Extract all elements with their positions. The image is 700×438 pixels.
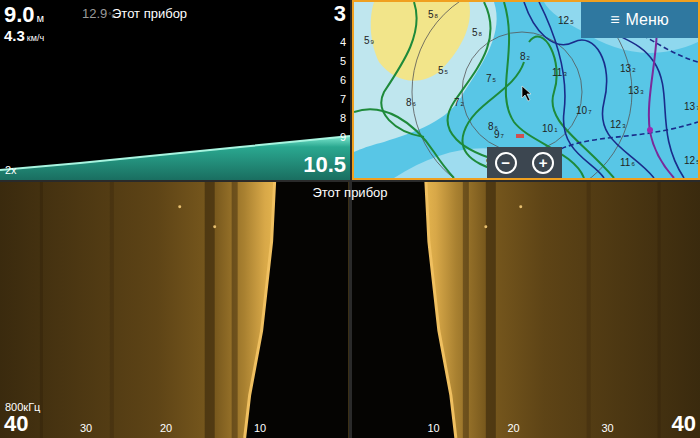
depth-sounding: 133 — [628, 86, 643, 96]
depth-sounding: 116 — [620, 158, 635, 168]
zoom-controls: −+ — [487, 147, 562, 178]
depth-sounding: 113 — [552, 68, 567, 78]
side-scan-image — [352, 182, 700, 438]
depth-sounding: 58 — [428, 10, 438, 20]
depth-sounding: 86 — [406, 98, 416, 108]
depth-unit: м — [37, 13, 45, 24]
depth-sounding: 97 — [494, 130, 504, 140]
range-tick: 20 — [160, 423, 172, 434]
depth-scale: 3 4 5 6 7 8 9 10.5 — [303, 3, 346, 176]
depth-sounding: 101 — [542, 124, 557, 134]
range-label: 40 — [4, 413, 28, 435]
zoom-in-button[interactable]: + — [532, 152, 554, 174]
depth-sounding: 72 — [454, 98, 464, 108]
depth-tick: 7 — [340, 92, 346, 107]
range-top: 3 — [334, 3, 346, 25]
cursor-icon — [522, 86, 531, 101]
depth-sounding: 59 — [364, 36, 374, 46]
range-tick: 20 — [508, 423, 520, 434]
source-label: Этот прибор — [112, 7, 187, 20]
depth-sounding: 75 — [486, 74, 496, 84]
depth-sounding: 137 — [684, 102, 699, 112]
fishfinder-screen: 9.0м4.3км/ч12.9°cЭтот прибор345678910.52… — [0, 0, 700, 438]
depth-tick: 5 — [340, 54, 346, 69]
side-scan-image — [0, 182, 349, 438]
speed-value: 4.3 — [4, 28, 25, 43]
menu-button[interactable]: ≡Меню — [581, 2, 698, 38]
depth-tick: 9 — [340, 130, 346, 145]
range-label: 40 — [672, 413, 696, 435]
side-scan-title: Этот прибор — [0, 186, 700, 199]
depth-sounding: 58 — [472, 28, 482, 38]
zoom-out-button[interactable]: − — [495, 152, 517, 174]
menu-icon: ≡ — [610, 8, 619, 32]
depth-tick: 6 — [340, 73, 346, 88]
side-scan-right[interactable]: 40 10 20 30 — [352, 182, 700, 438]
sonar-panel[interactable]: 9.0м 4.3км/ч 12.9°cЭтот прибор 3 4 5 6 7 8 9 10.5 2… — [0, 0, 350, 180]
depth-sounding: 55 — [438, 66, 448, 76]
depth-sounding: 86 — [488, 122, 498, 132]
range-tick: 10 — [428, 423, 440, 434]
depth-sounding: 123 — [610, 120, 625, 130]
depth-tick: 8 — [340, 111, 346, 126]
temp-readout: 12.9°c — [82, 7, 116, 20]
zoom-label: 2x — [5, 165, 17, 176]
depth-sounding: 125 — [558, 16, 573, 26]
seabed-echo — [0, 0, 350, 180]
range-tick: 30 — [80, 423, 92, 434]
range-bottom: 10.5 — [303, 154, 346, 176]
depth-sounding: 132 — [620, 64, 635, 74]
side-scan-left[interactable]: 800кГц40 30 20 10 — [0, 182, 349, 438]
depth-readout: 9.0м 4.3км/ч — [4, 4, 44, 43]
depth-tick: 4 — [340, 35, 346, 50]
range-tick: 10 — [254, 423, 266, 434]
frequency-label: 800кГц — [5, 402, 40, 413]
depth-value: 9.0 — [4, 4, 35, 26]
top-row: 9.0м 4.3км/ч 12.9°cЭтот прибор 3 4 5 6 7 8 9 10.5 2… — [0, 0, 700, 180]
chart-panel[interactable]: 58 59 58 55 82 75 86 72 125 132 113 107 123 133 137 97 1… — [352, 0, 700, 180]
depth-sounding: 82 — [520, 52, 530, 62]
speed-unit: км/ч — [27, 34, 44, 43]
depth-sounding: 125 — [684, 156, 699, 166]
bottom-row: 800кГц4030201040102030Этот прибор — [0, 182, 700, 438]
depth-sounding: 107 — [576, 106, 591, 116]
range-tick: 30 — [602, 423, 614, 434]
